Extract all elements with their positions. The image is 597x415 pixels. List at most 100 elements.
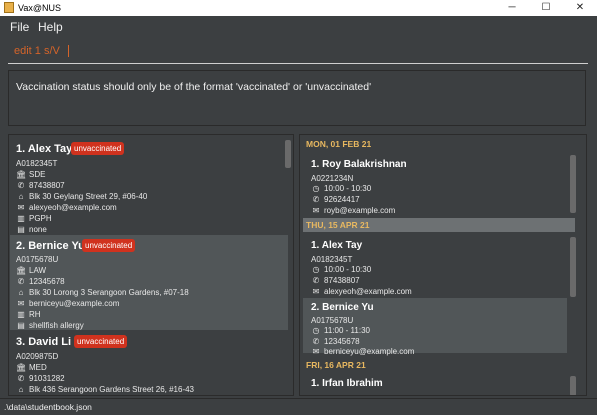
- faculty-icon: 🏛: [16, 170, 27, 179]
- command-text: edit 1 s/V: [14, 45, 60, 57]
- time-text: 10:00 - 10:30: [324, 265, 372, 274]
- address-row: ⌂ Blk 30 Lorong 3 Serangoon Gardens, #07-…: [16, 288, 189, 298]
- document-icon: ▤: [17, 225, 25, 234]
- appointment-student-id: A0221234N: [311, 174, 354, 183]
- phone-icon: ✆: [312, 337, 320, 346]
- close-button[interactable]: ✕: [563, 0, 597, 16]
- building-icon: ▥: [17, 214, 25, 223]
- faculty-text: LAW: [29, 266, 47, 275]
- command-input[interactable]: edit 1 s/V: [8, 39, 588, 64]
- building-icon: ▥: [17, 310, 25, 319]
- student-id: A0175678U: [16, 255, 59, 264]
- email-row: ✉ alexyeoh@example.com: [311, 287, 412, 297]
- appointment-name: 1. Irfan Ibrahim: [311, 378, 383, 389]
- phone-text: 87438807: [29, 181, 65, 190]
- student-list-panel[interactable]: 1. Alex Tay unvaccinated A0182345T 🏛 SDE …: [8, 134, 294, 396]
- faculty-icon: 🏛: [16, 363, 27, 372]
- day-scrollbar[interactable]: [570, 155, 576, 213]
- phone-icon: ✆: [312, 195, 320, 204]
- result-display: Vaccination status should only be of the…: [8, 70, 586, 126]
- appointment-card[interactable]: 1. Irfan Ibrahim: [303, 374, 567, 395]
- faculty-row: 🏛 SDE: [16, 170, 45, 180]
- student-card[interactable]: 1. Alex Tay unvaccinated A0182345T 🏛 SDE …: [10, 137, 288, 235]
- address-text: Blk 30 Lorong 3 Serangoon Gardens, #07-1…: [29, 288, 189, 297]
- phone-row: ✆ 12345678: [311, 337, 360, 347]
- email-row: ✉ berniceyu@example.com: [311, 347, 415, 357]
- status-badge: unvaccinated: [71, 142, 125, 155]
- phone-text: 87438807: [324, 276, 360, 285]
- email-row: ✉ royb@example.com: [311, 206, 396, 216]
- phone-icon: ✆: [312, 276, 320, 285]
- residence-row: ▥ RH: [16, 310, 40, 320]
- menu-file[interactable]: File: [10, 20, 29, 34]
- status-badge: unvaccinated: [82, 239, 136, 252]
- clock-icon: ◷: [312, 184, 320, 193]
- residence-text: PGPH: [29, 214, 52, 223]
- faculty-row: 🏛 LAW: [16, 266, 46, 276]
- residence-row: ▥ PGPH: [16, 214, 52, 224]
- phone-text: 91031282: [29, 374, 65, 383]
- address-row: ⌂ Blk 30 Geylang Street 29, #06-40: [16, 192, 148, 202]
- address-text: Blk 436 Serangoon Gardens Street 26, #16…: [29, 385, 194, 394]
- phone-row: ✆ 87438807: [16, 181, 65, 191]
- appointment-card[interactable]: 1. Roy Balakrishnan A0221234N ◷ 10:00 - 1…: [303, 153, 567, 215]
- faculty-icon: 🏛: [16, 266, 27, 275]
- phone-row: ✆ 92624417: [311, 195, 360, 205]
- medical-text: shellfish allergy: [29, 321, 84, 330]
- email-icon: ✉: [312, 347, 320, 356]
- email-text: royb@example.com: [324, 206, 396, 215]
- day-scrollbar[interactable]: [570, 237, 576, 297]
- student-card[interactable]: 2. Bernice Yu unvaccinated A0175678U 🏛 LA…: [10, 235, 288, 330]
- appointment-panel[interactable]: MON, 01 FEB 21 1. Roy Balakrishnan A0221…: [299, 134, 587, 396]
- time-text: 10:00 - 10:30: [324, 184, 372, 193]
- student-name: 3. David Li: [16, 336, 72, 348]
- phone-icon: ✆: [17, 374, 25, 383]
- date-header: MON, 01 FEB 21: [306, 139, 372, 149]
- clock-icon: ◷: [312, 265, 320, 274]
- phone-row: ✆ 91031282: [16, 374, 65, 384]
- window-title: Vax@NUS: [18, 3, 61, 13]
- day-scrollbar[interactable]: [570, 376, 576, 395]
- minimize-button[interactable]: ─: [495, 0, 529, 16]
- date-header: FRI, 16 APR 21: [306, 360, 366, 370]
- email-text: alexyeoh@example.com: [324, 287, 412, 296]
- phone-text: 92624417: [324, 195, 360, 204]
- maximize-button[interactable]: ☐: [529, 0, 563, 16]
- menu-help[interactable]: Help: [38, 20, 63, 34]
- appointment-card[interactable]: 2. Bernice Yu A0175678U ◷ 11:00 - 11:30 ✆…: [303, 298, 567, 356]
- email-text: alexyeoh@example.com: [29, 203, 117, 212]
- home-icon: ⌂: [18, 192, 24, 201]
- email-text: berniceyu@example.com: [324, 347, 415, 356]
- appointment-name: 1. Alex Tay: [311, 240, 363, 251]
- clock-icon: ◷: [312, 326, 320, 335]
- email-icon: ✉: [17, 299, 25, 308]
- faculty-text: SDE: [29, 170, 46, 179]
- date-header: THU, 15 APR 21: [303, 218, 575, 232]
- student-list-scrollbar[interactable]: [285, 140, 291, 168]
- window-titlebar: Vax@NUS ─ ☐ ✕: [0, 0, 597, 16]
- email-icon: ✉: [312, 287, 320, 296]
- student-id: A0182345T: [16, 159, 58, 168]
- time-row: ◷ 10:00 - 10:30: [311, 265, 372, 275]
- medical-row: ▤ none: [16, 225, 47, 235]
- data-file-path: .\data\studentbook.json: [4, 402, 92, 412]
- appointment-card[interactable]: 1. Alex Tay A0182345T ◷ 10:00 - 10:30 ✆ 87…: [303, 235, 567, 298]
- faculty-row: 🏛 MED: [16, 363, 47, 373]
- status-badge: unvaccinated: [74, 335, 128, 348]
- menu-bar: File Help: [0, 16, 597, 36]
- email-text: berniceyu@example.com: [29, 299, 120, 308]
- medical-text: none: [29, 225, 47, 234]
- phone-row: ✆ 87438807: [311, 276, 360, 286]
- appointment-student-id: A0175678U: [311, 316, 354, 325]
- status-bar: .\data\studentbook.json: [0, 398, 597, 415]
- phone-icon: ✆: [17, 181, 25, 190]
- command-underline: [8, 63, 588, 64]
- student-name: 2. Bernice Yu: [16, 240, 85, 252]
- student-card[interactable]: 3. David Li unvaccinated A0209875D 🏛 MED …: [10, 330, 288, 395]
- time-text: 11:00 - 11:30: [324, 326, 370, 335]
- app-icon: [4, 2, 14, 13]
- address-text: Blk 30 Geylang Street 29, #06-40: [29, 192, 148, 201]
- address-row: ⌂ Blk 436 Serangoon Gardens Street 26, #1…: [16, 385, 194, 395]
- time-row: ◷ 10:00 - 10:30: [311, 184, 372, 194]
- appointment-name: 1. Roy Balakrishnan: [311, 159, 407, 170]
